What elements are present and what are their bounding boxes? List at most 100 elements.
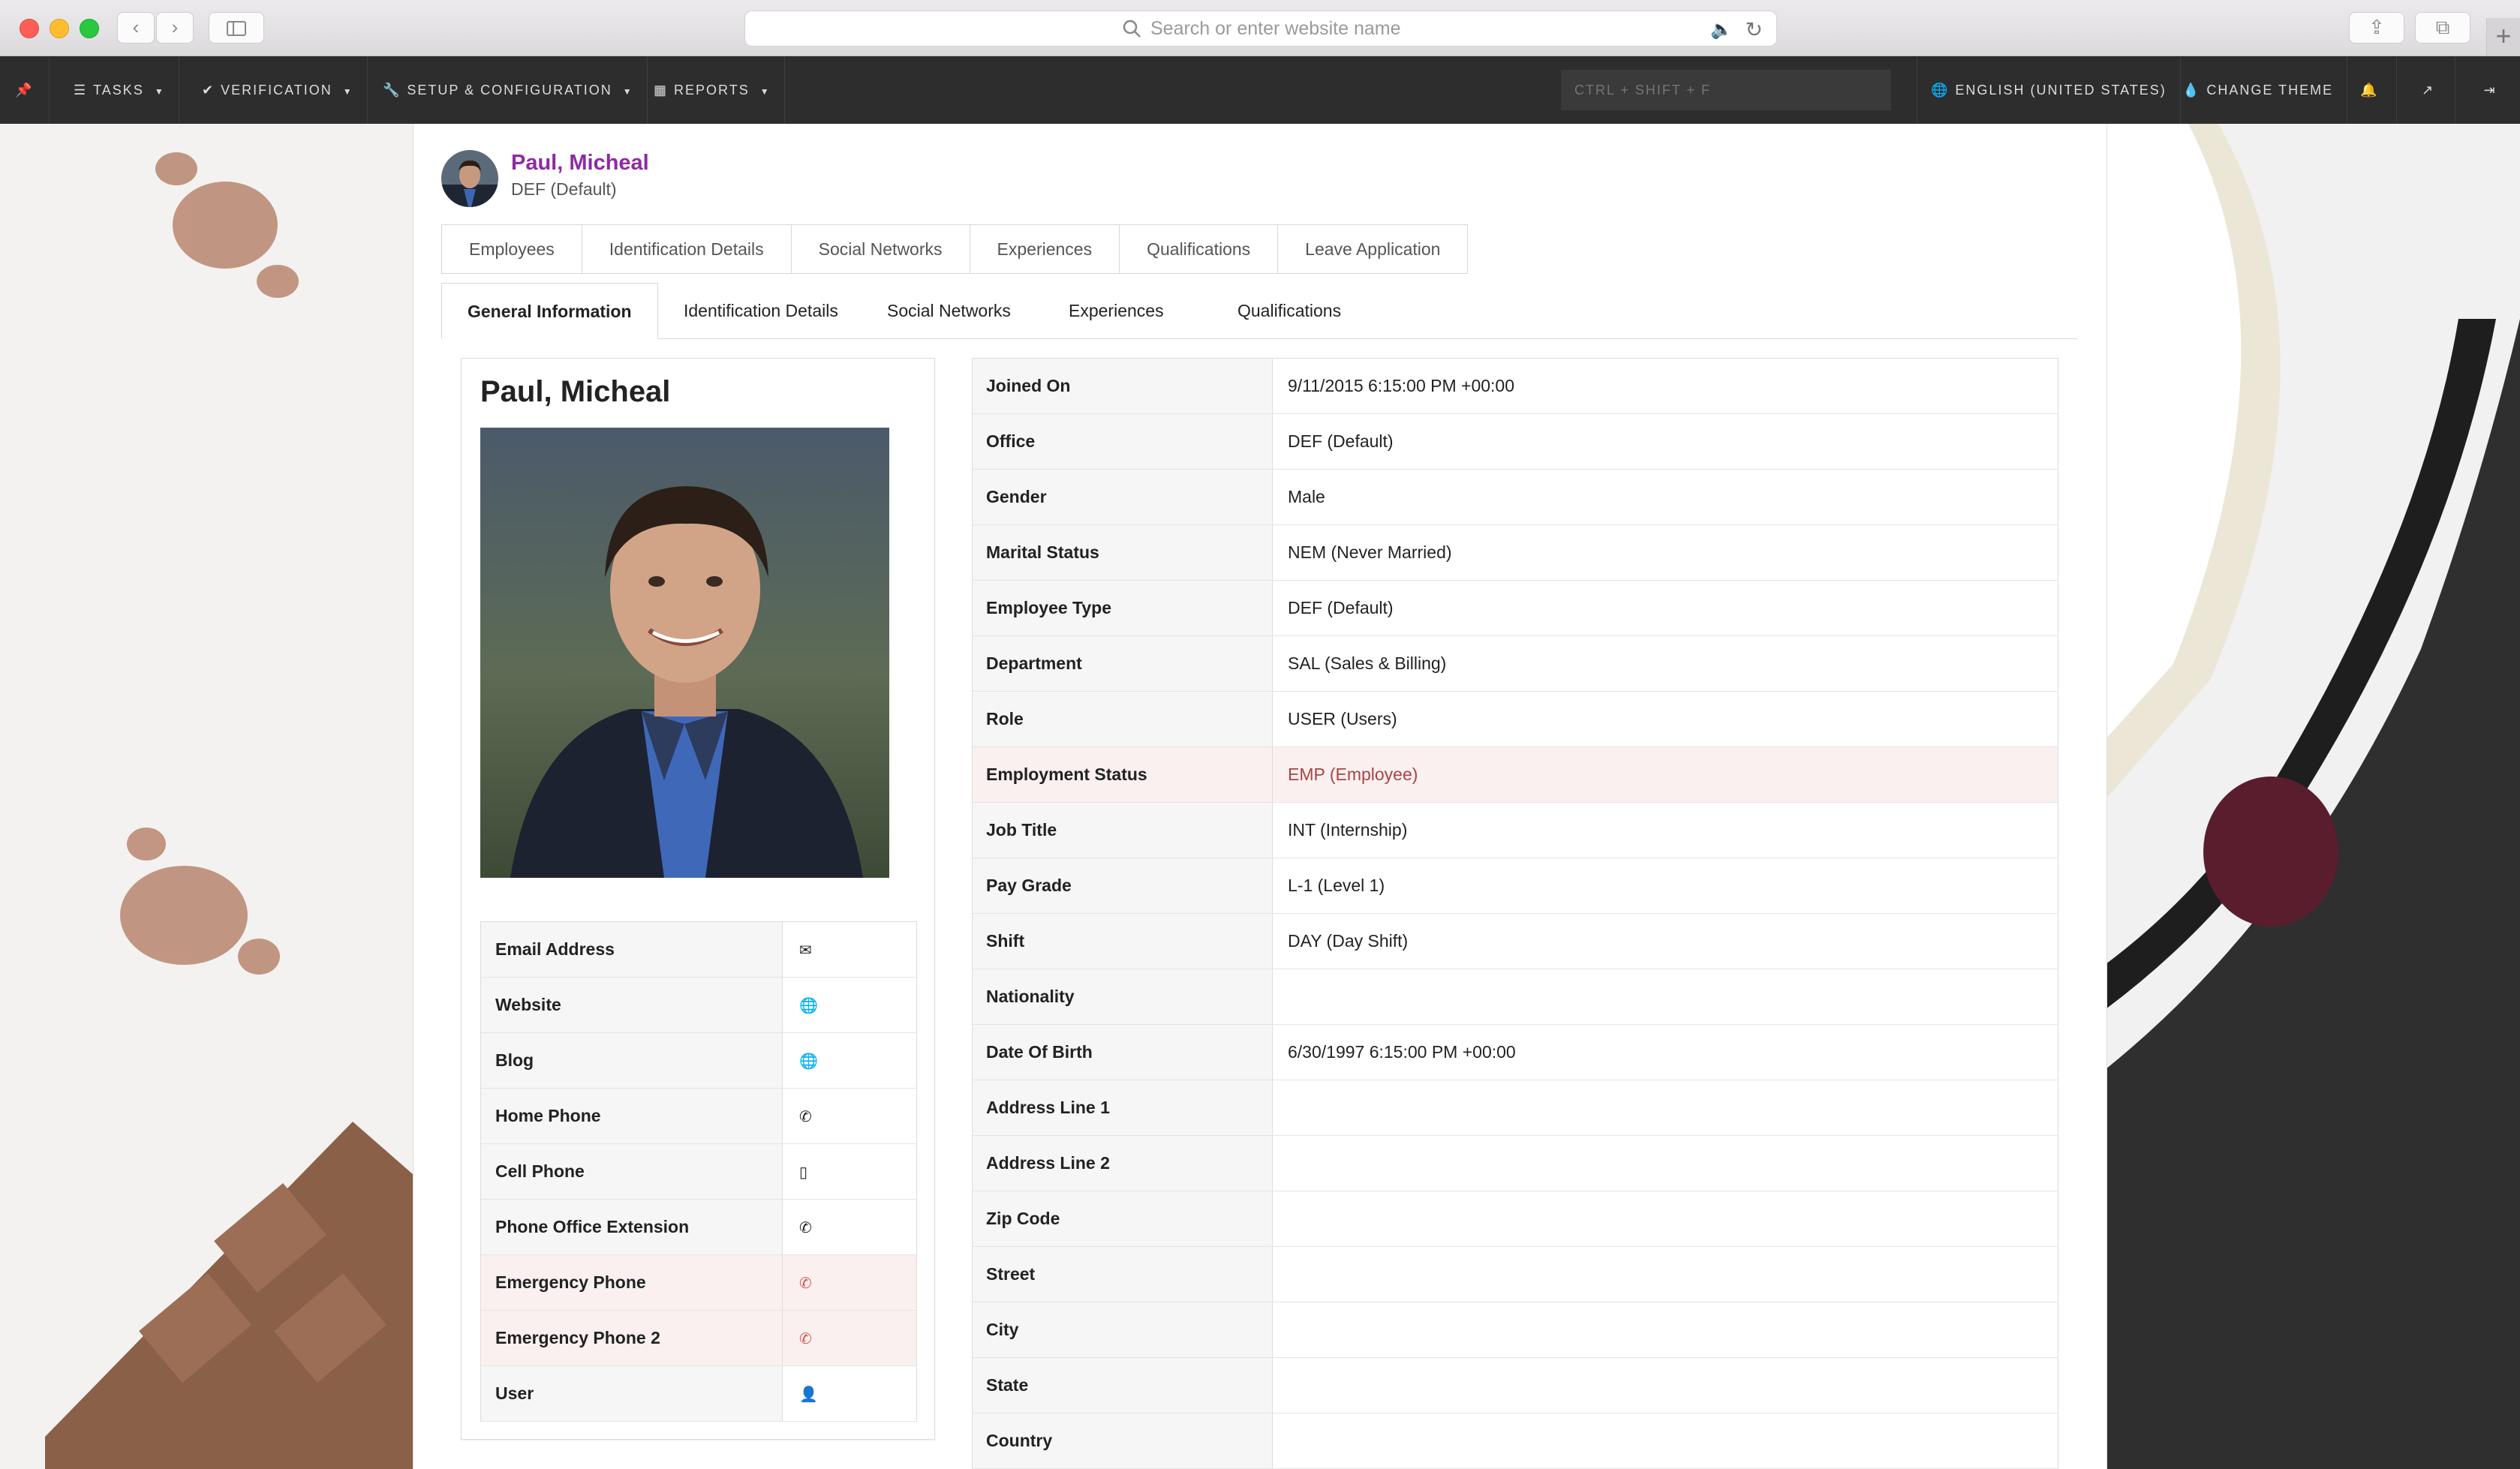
table-row: Nationality <box>972 969 2058 1025</box>
contact-row-user: User 👤 <box>480 1365 917 1422</box>
table-row: State <box>972 1357 2058 1413</box>
profile-name: Paul, Micheal <box>480 375 671 408</box>
zoom-window-button[interactable] <box>80 19 99 38</box>
nav-reports-label: REPORTS <box>674 83 750 98</box>
detail-label: Nationality <box>972 969 1273 1025</box>
mobile-icon[interactable]: ▯ <box>799 1164 807 1181</box>
detail-label: Country <box>972 1413 1273 1469</box>
contact-label: Website <box>480 977 783 1033</box>
tabs-overview-button[interactable]: ⧉ <box>2415 12 2470 44</box>
table-row: Office DEF (Default) <box>972 413 2058 470</box>
contact-label: User <box>480 1365 783 1422</box>
contact-label: Blog <box>480 1032 783 1089</box>
subtab-general-information[interactable]: General Information <box>441 283 658 339</box>
phone-icon[interactable]: ✆ <box>799 1220 812 1236</box>
external-link-icon: ↗ <box>2421 83 2435 98</box>
forward-button[interactable]: › <box>156 12 194 44</box>
caret-down-icon: ▼ <box>759 86 771 97</box>
table-row: Role USER (Users) <box>972 691 2058 747</box>
detail-label: Department <box>972 635 1273 692</box>
nav-tasks[interactable]: ☰ TASKS ▼ <box>60 56 179 124</box>
notifications-button[interactable]: 🔔 <box>2343 56 2397 124</box>
detail-label: Pay Grade <box>972 858 1273 914</box>
language-selector[interactable]: 🌐 ENGLISH (UNITED STATES) <box>1917 56 2181 124</box>
avatar[interactable] <box>441 150 498 207</box>
nav-verification[interactable]: ✔ VERIFICATION ▼ <box>188 56 368 124</box>
reload-icon[interactable]: ↻ <box>1746 17 1763 42</box>
audio-icon[interactable]: 🔈 <box>1710 19 1733 41</box>
table-row: Zip Code <box>972 1191 2058 1247</box>
detail-label: Joined On <box>972 358 1273 414</box>
sign-out-button[interactable]: ⇥ <box>2460 56 2520 124</box>
search-icon <box>1122 19 1141 42</box>
pin-button[interactable]: 📌 <box>0 56 50 124</box>
envelope-icon[interactable]: ✉ <box>799 942 812 959</box>
tab-experiences[interactable]: Experiences <box>970 225 1120 273</box>
detail-value: NEM (Never Married) <box>1272 524 2058 581</box>
nav-reports[interactable]: ▦ REPORTS ▼ <box>640 56 785 124</box>
contact-label: Phone Office Extension <box>480 1199 783 1255</box>
table-row: Pay Grade L-1 (Level 1) <box>972 858 2058 914</box>
change-theme-button[interactable]: 💧 CHANGE THEME <box>2169 56 2348 124</box>
nav-setup[interactable]: 🔧 SETUP & CONFIGURATION ▼ <box>369 56 648 124</box>
minimize-window-button[interactable] <box>50 19 69 38</box>
detail-label: Role <box>972 691 1273 747</box>
close-window-button[interactable] <box>20 19 39 38</box>
table-row: Gender Male <box>972 469 2058 525</box>
user-icon[interactable]: 👤 <box>799 1386 818 1403</box>
detail-value <box>1272 1135 2058 1191</box>
contact-row-blog: Blog 🌐 <box>480 1032 917 1089</box>
subtab-experiences[interactable]: Experiences <box>1069 283 1164 338</box>
address-bar[interactable]: Search or enter website name 🔈 ↻ <box>744 11 1777 47</box>
employee-office: DEF (Default) <box>511 179 617 199</box>
chevron-left-icon: ‹ <box>132 16 140 38</box>
contact-label: Home Phone <box>480 1088 783 1144</box>
sidebar-toggle-button[interactable] <box>209 12 264 44</box>
detail-value <box>1272 1302 2058 1358</box>
subtab-social-networks[interactable]: Social Networks <box>887 283 1011 338</box>
employee-details-table: Joined On 9/11/2015 6:15:00 PM +00:00 Off… <box>972 358 2058 1469</box>
detail-value <box>1272 1413 2058 1469</box>
table-row: City <box>972 1302 2058 1358</box>
table-row: Joined On 9/11/2015 6:15:00 PM +00:00 <box>972 358 2058 414</box>
open-external-button[interactable]: ↗ <box>2401 56 2455 124</box>
global-search-input[interactable] <box>1561 70 1891 110</box>
share-button[interactable]: ⇪ <box>2349 12 2404 44</box>
grid-icon: ▦ <box>654 83 669 98</box>
detail-value <box>1272 1080 2058 1136</box>
detail-value <box>1272 1246 2058 1302</box>
detail-value: Male <box>1272 469 2058 525</box>
share-icon: ⇪ <box>2368 16 2385 38</box>
detail-value: USER (Users) <box>1272 691 2058 747</box>
top-tab-bar: Employees Identification Details Social … <box>441 224 1469 274</box>
background-image-right <box>2106 124 2520 1469</box>
detail-label: Zip Code <box>972 1191 1273 1247</box>
detail-value: INT (Internship) <box>1272 802 2058 858</box>
table-row: Job Title INT (Internship) <box>972 802 2058 858</box>
contact-label: Email Address <box>480 921 783 978</box>
back-button[interactable]: ‹ <box>117 12 155 44</box>
contact-row-emergency-phone: Emergency Phone ✆ <box>480 1254 917 1311</box>
globe-icon[interactable]: 🌐 <box>799 998 818 1014</box>
subtab-identification-details[interactable]: Identification Details <box>684 283 838 338</box>
tab-qualifications[interactable]: Qualifications <box>1120 225 1279 273</box>
detail-value <box>1272 1357 2058 1413</box>
tab-employees[interactable]: Employees <box>442 225 582 273</box>
tab-social-networks[interactable]: Social Networks <box>791 225 970 273</box>
tab-leave-application[interactable]: Leave Application <box>1278 225 1468 273</box>
globe-icon[interactable]: 🌐 <box>799 1053 818 1070</box>
table-row: Address Line 2 <box>972 1135 2058 1191</box>
chevron-right-icon: › <box>171 16 179 38</box>
detail-value: DEF (Default) <box>1272 580 2058 636</box>
new-tab-button[interactable]: + <box>2486 18 2520 56</box>
table-row: Address Line 1 <box>972 1080 2058 1136</box>
profile-card: Paul, Micheal Email Address ✉ Website 🌐 … <box>461 358 935 1440</box>
caret-down-icon: ▼ <box>342 86 353 97</box>
phone-icon[interactable]: ✆ <box>799 1331 812 1347</box>
phone-icon[interactable]: ✆ <box>799 1109 812 1125</box>
employee-name-link[interactable]: Paul, Micheal <box>511 151 649 176</box>
phone-icon[interactable]: ✆ <box>799 1275 812 1292</box>
detail-label: Office <box>972 413 1273 470</box>
tab-identification-details[interactable]: Identification Details <box>582 225 792 273</box>
subtab-qualifications[interactable]: Qualifications <box>1237 283 1341 338</box>
